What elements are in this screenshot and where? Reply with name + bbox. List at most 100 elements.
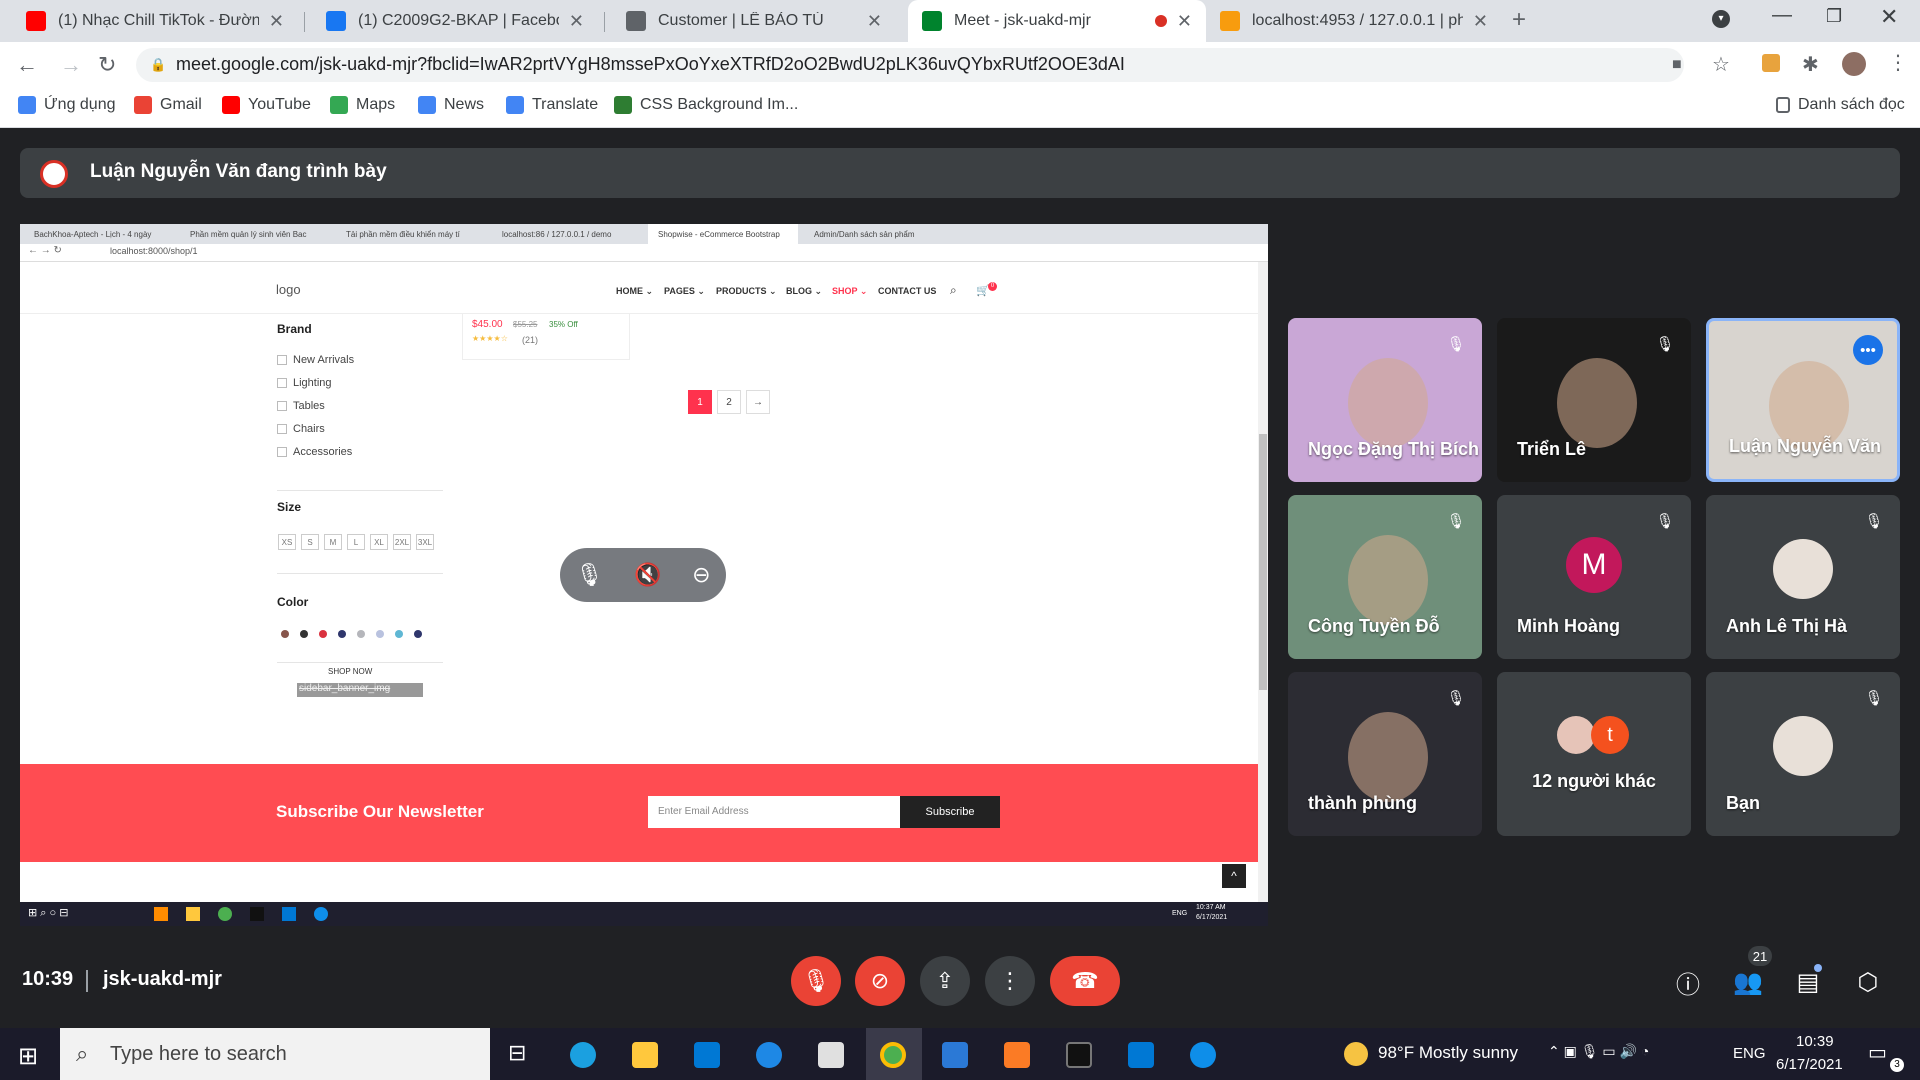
maximize-icon[interactable]: ❐ (1826, 6, 1842, 27)
close-tab-icon[interactable]: ✕ (1473, 11, 1488, 32)
taskbar-time[interactable]: 10:39 (1796, 1033, 1834, 1050)
file-explorer-icon[interactable] (632, 1042, 658, 1068)
mail-icon[interactable] (694, 1042, 720, 1068)
color-swatch[interactable] (281, 630, 289, 638)
color-swatch[interactable] (414, 630, 422, 638)
bookmark-star-icon[interactable]: ☆ (1712, 52, 1730, 77)
windows-start-icon[interactable]: ⊞ (18, 1042, 38, 1071)
checkbox-icon[interactable] (277, 378, 287, 388)
color-swatch[interactable] (357, 630, 365, 638)
scroll-top-button[interactable]: ^ (1222, 864, 1246, 888)
shop-search-icon[interactable]: ⌕ (950, 283, 957, 298)
size-option[interactable]: S (301, 534, 319, 550)
color-swatch[interactable] (338, 630, 346, 638)
mic-off-icon[interactable]: 🎙 (575, 562, 603, 588)
back-icon[interactable]: ← (16, 52, 38, 78)
shop-nav-item[interactable]: PAGES ⌄ (664, 286, 705, 297)
participant-tile[interactable]: t 12 người khác (1497, 672, 1691, 836)
puzzle-icon[interactable]: ✱ (1802, 52, 1819, 77)
browser-tab[interactable]: Customer | LÊ BẢO TÚ ✕ (612, 0, 896, 42)
sidebar-banner-image[interactable]: sidebar_banner_img (297, 683, 423, 697)
shop-nav-item[interactable]: BLOG ⌄ (786, 286, 822, 297)
shop-nav-item[interactable]: PRODUCTS ⌄ (716, 286, 777, 297)
pagination-item[interactable]: → (746, 390, 770, 414)
new-tab-icon[interactable]: + (1512, 6, 1526, 34)
bookmark-item[interactable]: News (418, 96, 484, 114)
camera-toggle-button[interactable]: ⊘ (855, 956, 905, 1006)
color-swatch[interactable] (319, 630, 327, 638)
shop-now-link[interactable]: SHOP NOW (328, 667, 372, 676)
app-icon[interactable] (756, 1042, 782, 1068)
taskbar-date[interactable]: 6/17/2021 (1776, 1056, 1843, 1073)
close-tab-icon[interactable]: ✕ (1177, 11, 1192, 32)
camera-icon[interactable]: ■ (1672, 56, 1682, 74)
brand-checkbox[interactable]: Accessories (277, 446, 352, 458)
app-icon[interactable] (818, 1042, 844, 1068)
participant-tile[interactable]: M Minh Hoàng 🎙 (1497, 495, 1691, 659)
checkbox-icon[interactable] (277, 424, 287, 434)
reload-icon[interactable]: ↻ (98, 52, 116, 78)
forward-icon[interactable]: → (60, 52, 82, 78)
browser-tab[interactable]: Meet - jsk-uakd-mjr ✕ (908, 0, 1206, 42)
bookmark-item[interactable]: Gmail (134, 96, 202, 114)
participant-tile[interactable]: thành phùng 🎙 (1288, 672, 1482, 836)
pagination-item[interactable]: 1 (688, 390, 712, 414)
reading-list[interactable]: Danh sách đọc (1776, 96, 1905, 114)
participant-tile[interactable]: Anh Lê Thị Hà 🎙 (1706, 495, 1900, 659)
subscribe-button[interactable]: Subscribe (900, 796, 1000, 828)
shop-logo[interactable]: logo (276, 282, 301, 297)
shop-nav-item[interactable]: CONTACT US (878, 286, 936, 296)
size-option[interactable]: 2XL (393, 534, 411, 550)
language-indicator[interactable]: ENG (1733, 1045, 1766, 1062)
size-option[interactable]: XS (278, 534, 296, 550)
brand-checkbox[interactable]: New Arrivals (277, 354, 354, 366)
close-window-icon[interactable]: ✕ (1880, 4, 1898, 30)
checkbox-icon[interactable] (277, 355, 287, 365)
browser-tab[interactable]: localhost:4953 / 127.0.0.1 | phpM ✕ (1206, 0, 1502, 42)
shop-nav-item[interactable]: HOME ⌄ (616, 286, 653, 297)
tab-search-icon[interactable]: ▾ (1712, 10, 1730, 28)
weather-icon[interactable] (1344, 1042, 1368, 1066)
present-button[interactable]: ⇪ (920, 956, 970, 1006)
weather-text[interactable]: 98°F Mostly sunny (1378, 1043, 1518, 1063)
minus-icon[interactable]: ⊖ (692, 562, 710, 588)
bookmark-item[interactable]: Maps (330, 96, 395, 114)
color-swatch[interactable] (376, 630, 384, 638)
close-tab-icon[interactable]: ✕ (569, 11, 584, 32)
bookmark-item[interactable]: CSS Background Im... (614, 96, 798, 114)
people-icon[interactable]: 👥 (1732, 966, 1764, 998)
minimize-icon[interactable]: — (1772, 4, 1792, 27)
close-tab-icon[interactable]: ✕ (867, 11, 882, 32)
activities-icon[interactable]: ⬡ (1852, 966, 1884, 998)
terminal-icon[interactable] (1066, 1042, 1092, 1068)
newsletter-email-input[interactable]: Enter Email Address (648, 796, 900, 828)
chrome-icon[interactable] (880, 1042, 906, 1068)
leave-call-button[interactable]: ☎ (1050, 956, 1120, 1006)
browser-tab[interactable]: (1) C2009G2-BKAP | Facebook ✕ (312, 0, 598, 42)
edge-icon[interactable] (570, 1042, 596, 1068)
word-icon[interactable] (942, 1042, 968, 1068)
color-swatch[interactable] (395, 630, 403, 638)
notifications-icon[interactable]: ▭ (1868, 1040, 1887, 1065)
profile-avatar[interactable] (1842, 52, 1866, 76)
vscode-icon[interactable] (1128, 1042, 1154, 1068)
participant-tile[interactable]: Ngọc Đặng Thị Bích 🎙 (1288, 318, 1482, 482)
teamviewer-icon[interactable] (1190, 1042, 1216, 1068)
more-options-button[interactable]: ⋮ (985, 956, 1035, 1006)
size-option[interactable]: 3XL (416, 534, 434, 550)
brand-checkbox[interactable]: Lighting (277, 377, 332, 389)
task-view-icon[interactable]: ⊟ (508, 1040, 526, 1066)
bookmark-item[interactable]: YouTube (222, 96, 311, 114)
mic-toggle-button[interactable]: 🎙 (791, 956, 841, 1006)
participant-tile[interactable]: Công Tuyền Đỗ 🎙 (1288, 495, 1482, 659)
participant-tile[interactable]: Bạn 🎙 (1706, 672, 1900, 836)
shop-nav-item[interactable]: SHOP ⌄ (832, 286, 867, 297)
meeting-details-icon[interactable]: ⓘ (1672, 966, 1704, 999)
brand-checkbox[interactable]: Chairs (277, 423, 325, 435)
menu-icon[interactable]: ⋮ (1888, 50, 1908, 75)
bookmark-item[interactable]: Translate (506, 96, 598, 114)
xampp-icon[interactable] (1004, 1042, 1030, 1068)
participant-tile[interactable]: Triển Lê 🎙 (1497, 318, 1691, 482)
checkbox-icon[interactable] (277, 401, 287, 411)
size-option[interactable]: M (324, 534, 342, 550)
